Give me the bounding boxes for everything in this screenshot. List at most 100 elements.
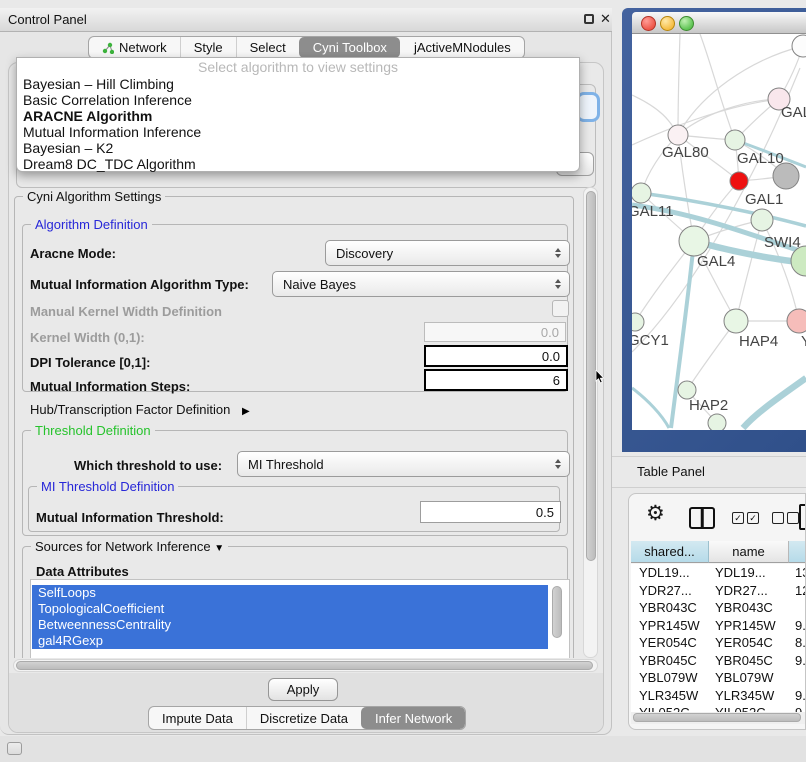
column-header-name[interactable]: name [709,541,789,563]
aracne-mode-select[interactable]: Discovery [325,240,570,266]
settings-hscroll-thumb[interactable] [16,661,593,670]
network-node-y[interactable] [787,309,806,333]
network-node-swi4[interactable] [751,209,773,231]
tab-select[interactable]: Select [236,37,299,58]
algorithm-option-bayesian-hill-climbing[interactable]: Bayesian – Hill Climbing [17,76,579,92]
table-row-ylr345w[interactable]: YLR345WYLR345W9. [631,687,805,705]
list-scrollbar-thumb[interactable] [552,586,562,638]
column-header-shared-name[interactable]: shared... [631,541,709,563]
aracne-mode-label: Aracne Mode: [30,246,116,261]
mi-type-value: Naive Bayes [283,277,356,292]
table-cell: YBL079W [715,669,774,687]
zoom-light[interactable] [679,16,694,31]
mi-threshold-field[interactable]: 0.5 [420,501,561,523]
algorithm-option-mutual-information-inference[interactable]: Mutual Information Inference [17,124,579,140]
stepper-icon [555,459,561,469]
dpi-tolerance-field[interactable]: 0.0 [424,345,568,367]
network-canvas[interactable]: GALGAL80GAL10GAL1GAL11GAL4SWI4GCY1HAP4YH… [632,34,806,430]
manual-kernel-checkbox[interactable] [552,300,569,317]
table-cell: YIL052C [715,704,766,712]
hub-definition-toggle[interactable]: Hub/Transcription Factor Definition ▶ [30,402,250,417]
table-row-ybr043c[interactable]: YBR043CYBR043C [631,599,805,617]
network-window-titlebar[interactable] [632,12,806,34]
algorithm-option-bayesian-k2[interactable]: Bayesian – K2 [17,140,579,156]
corner-grip-icon[interactable] [7,742,22,755]
network-node[interactable] [708,414,726,430]
bottom-strip [0,736,806,762]
close-icon[interactable]: ✕ [600,11,611,27]
node-label-gal1: GAL1 [745,191,783,208]
minimize-light[interactable] [660,16,675,31]
network-node-gal1[interactable] [730,172,748,190]
table-row-ybr045c[interactable]: YBR045CYBR045C9. [631,652,805,670]
float-window-icon[interactable] [584,14,594,24]
which-threshold-select[interactable]: MI Threshold [237,451,570,477]
attribute-item-gal4rgexp[interactable]: gal4RGexp [32,633,548,649]
algorithm-option-dream8-dc-tdc-algorithm[interactable]: Dream8 DC_TDC Algorithm [17,156,579,172]
data-attributes-list[interactable]: SelfLoopsTopologicalCoefficientBetweenne… [30,579,570,658]
tab-cyni-toolbox-label: Cyni Toolbox [313,36,387,59]
collapse-down-icon[interactable]: ▼ [214,543,224,554]
tab-jactivemnodules[interactable]: jActiveMNodules [400,37,524,58]
bottom-tab-strip: Impute Data Discretize Data Infer Network [148,706,466,730]
network-edge-highlighted [743,378,806,428]
algorithm-option-aracne-algorithm[interactable]: ARACNE Algorithm [17,108,579,124]
tab-network[interactable]: Network [89,37,180,58]
mi-steps-value: 6 [553,373,560,388]
table-row-ydl19[interactable]: YDL19...YDL19...13 [631,564,805,582]
settings-vscroll-thumb[interactable] [586,191,596,561]
bottom-tab-infer-network[interactable]: Infer Network [361,707,465,729]
network-node-gal80[interactable] [668,125,688,145]
checked-box-icon: ✓ [732,512,744,524]
network-edge [678,34,680,135]
bottom-tab-discretize-data[interactable]: Discretize Data [246,707,361,729]
network-node-hap4[interactable] [724,309,748,333]
data-attributes-label: Data Attributes [36,564,129,579]
table-row-ypr145w[interactable]: YPR145WYPR145W9. [631,617,805,635]
network-node-gcy1[interactable] [632,313,644,331]
dpi-tolerance-label: DPI Tolerance [0,1]: [30,355,150,370]
function-builder-icon[interactable] [799,504,806,530]
attribute-item-topologicalcoefficient[interactable]: TopologicalCoefficient [32,601,548,617]
gear-icon[interactable]: ⚙ [646,503,665,524]
table-cell: YER054C [639,634,697,652]
bottom-tab-discretize-data-label: Discretize Data [260,707,348,730]
network-node[interactable] [792,35,806,57]
attribute-item-selfloops[interactable]: SelfLoops [32,585,548,601]
columns-icon[interactable] [689,507,715,529]
apply-button[interactable]: Apply [268,678,338,701]
algorithm-dropdown-popup: Select algorithm to view settings Bayesi… [16,57,580,172]
mi-type-select[interactable]: Naive Bayes [272,271,570,297]
tab-style[interactable]: Style [180,37,236,58]
threshold-definition-title: Threshold Definition [31,423,155,438]
tab-cyni-toolbox[interactable]: Cyni Toolbox [299,37,400,58]
app-root: Control Panel ✕ NetworkStyleSelectCyni T… [0,0,806,762]
table-row-yil052c[interactable]: YIL052CYIL052C9 [631,704,805,712]
column-header-partial[interactable] [789,541,806,563]
expand-right-icon[interactable]: ▶ [242,406,250,417]
select-all-checks-icon[interactable]: ✓ ✓ [732,512,759,524]
control-panel-titlebar[interactable] [0,8,612,32]
attribute-item-betweennesscentrality[interactable]: BetweennessCentrality [32,617,548,633]
table-hscroll-thumb[interactable] [633,713,801,722]
close-light[interactable] [641,16,656,31]
unselect-all-checks-icon[interactable] [772,512,799,524]
table-cell: YDR27... [639,582,692,600]
bottom-tab-impute-data[interactable]: Impute Data [149,707,246,729]
stepper-icon [555,279,561,289]
table-row-ybl079w[interactable]: YBL079WYBL079W [631,669,805,687]
table-cell: YPR145W [715,617,776,635]
unchecked-box-icon [787,512,799,524]
network-node[interactable] [725,130,745,150]
table-row-yer054c[interactable]: YER054CYER054C8. [631,634,805,652]
algorithm-option-basic-correlation-inference[interactable]: Basic Correlation Inference [17,92,579,108]
apply-button-label: Apply [287,682,320,697]
table-cell: YPR145W [639,617,700,635]
kernel-width-field[interactable]: 0.0 [424,322,566,342]
network-node-gal11[interactable] [632,183,651,203]
sources-group-title[interactable]: Sources for Network Inference ▼ [31,539,228,554]
network-node-gal4[interactable] [679,226,709,256]
table-row-ydr27[interactable]: YDR27...YDR27...12 [631,582,805,600]
network-edge [678,99,779,135]
mi-steps-field[interactable]: 6 [424,369,568,391]
